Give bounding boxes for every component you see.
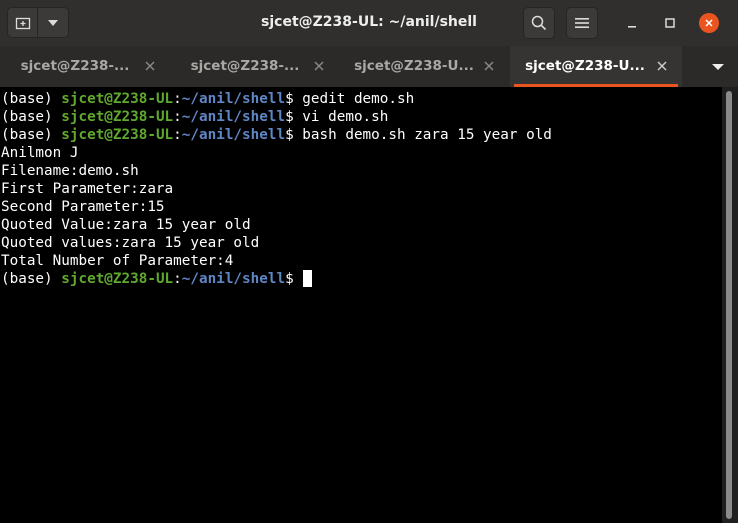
minimize-button[interactable]	[620, 11, 644, 35]
terminal-output-line: Quoted Value:zara 15 year old	[1, 217, 251, 233]
tab-2[interactable]: sjcet@Z238-...	[172, 46, 340, 87]
terminal-window: sjcet@Z238-UL: ~/anil/shell sjcet@Z238-.…	[0, 0, 738, 523]
search-icon	[531, 15, 547, 31]
terminal-line: (base) sjcet@Z238-UL:~/anil/shell$ bash …	[1, 127, 552, 143]
search-button[interactable]	[523, 7, 555, 39]
terminal-line: (base) sjcet@Z238-UL:~/anil/shell$ gedit…	[1, 91, 415, 107]
tabs-menu-icon[interactable]	[712, 62, 724, 72]
tab-close-icon[interactable]	[655, 59, 669, 73]
tab-close-icon[interactable]	[482, 59, 496, 73]
tab-label: sjcet@Z238-...	[190, 58, 300, 74]
tab-bar: sjcet@Z238-... sjcet@Z238-... sjcet@Z238…	[0, 46, 738, 87]
close-button-circle	[699, 13, 719, 33]
dropdown-icon	[48, 19, 58, 26]
tab-label: sjcet@Z238-...	[20, 58, 130, 74]
terminal-output-line: Quoted values:zara 15 year old	[1, 235, 260, 251]
new-tab-button-group	[7, 7, 69, 39]
scrollbar-thumb[interactable]	[726, 91, 732, 519]
tab-label: sjcet@Z238-U...	[354, 58, 474, 74]
maximize-icon	[665, 18, 675, 28]
terminal-output-line: Anilmon J	[1, 145, 79, 161]
terminal-output-line: Total Number of Parameter:4	[1, 253, 234, 269]
new-tab-button[interactable]	[7, 7, 38, 38]
header-bar: sjcet@Z238-UL: ~/anil/shell	[0, 0, 738, 46]
hamburger-menu-icon	[575, 18, 589, 28]
new-tab-icon	[15, 17, 30, 29]
scrollbar[interactable]	[722, 87, 738, 523]
tab-1[interactable]: sjcet@Z238-...	[0, 46, 172, 87]
maximize-button[interactable]	[658, 11, 682, 35]
tab-label: sjcet@Z238-U...	[525, 58, 645, 74]
terminal-line: (base) sjcet@Z238-UL:~/anil/shell$	[1, 270, 313, 288]
new-tab-dropdown-button[interactable]	[38, 7, 69, 38]
terminal-output-line: Second Parameter:15	[1, 199, 165, 215]
tab-close-icon[interactable]	[143, 59, 157, 73]
close-icon	[705, 19, 713, 27]
terminal-output[interactable]: (base) sjcet@Z238-UL:~/anil/shell$ gedit…	[0, 87, 722, 523]
tab-close-icon[interactable]	[312, 59, 326, 73]
terminal-output-line: Filename:demo.sh	[1, 163, 139, 179]
minimize-icon	[628, 26, 636, 28]
menu-button[interactable]	[566, 7, 598, 39]
close-button[interactable]	[697, 11, 721, 35]
tab-4-active[interactable]: sjcet@Z238-U...	[510, 46, 682, 87]
terminal-line: (base) sjcet@Z238-UL:~/anil/shell$ vi de…	[1, 109, 389, 125]
text-cursor	[303, 270, 313, 287]
tab-3[interactable]: sjcet@Z238-U...	[340, 46, 510, 87]
terminal-output-line: First Parameter:zara	[1, 181, 174, 197]
